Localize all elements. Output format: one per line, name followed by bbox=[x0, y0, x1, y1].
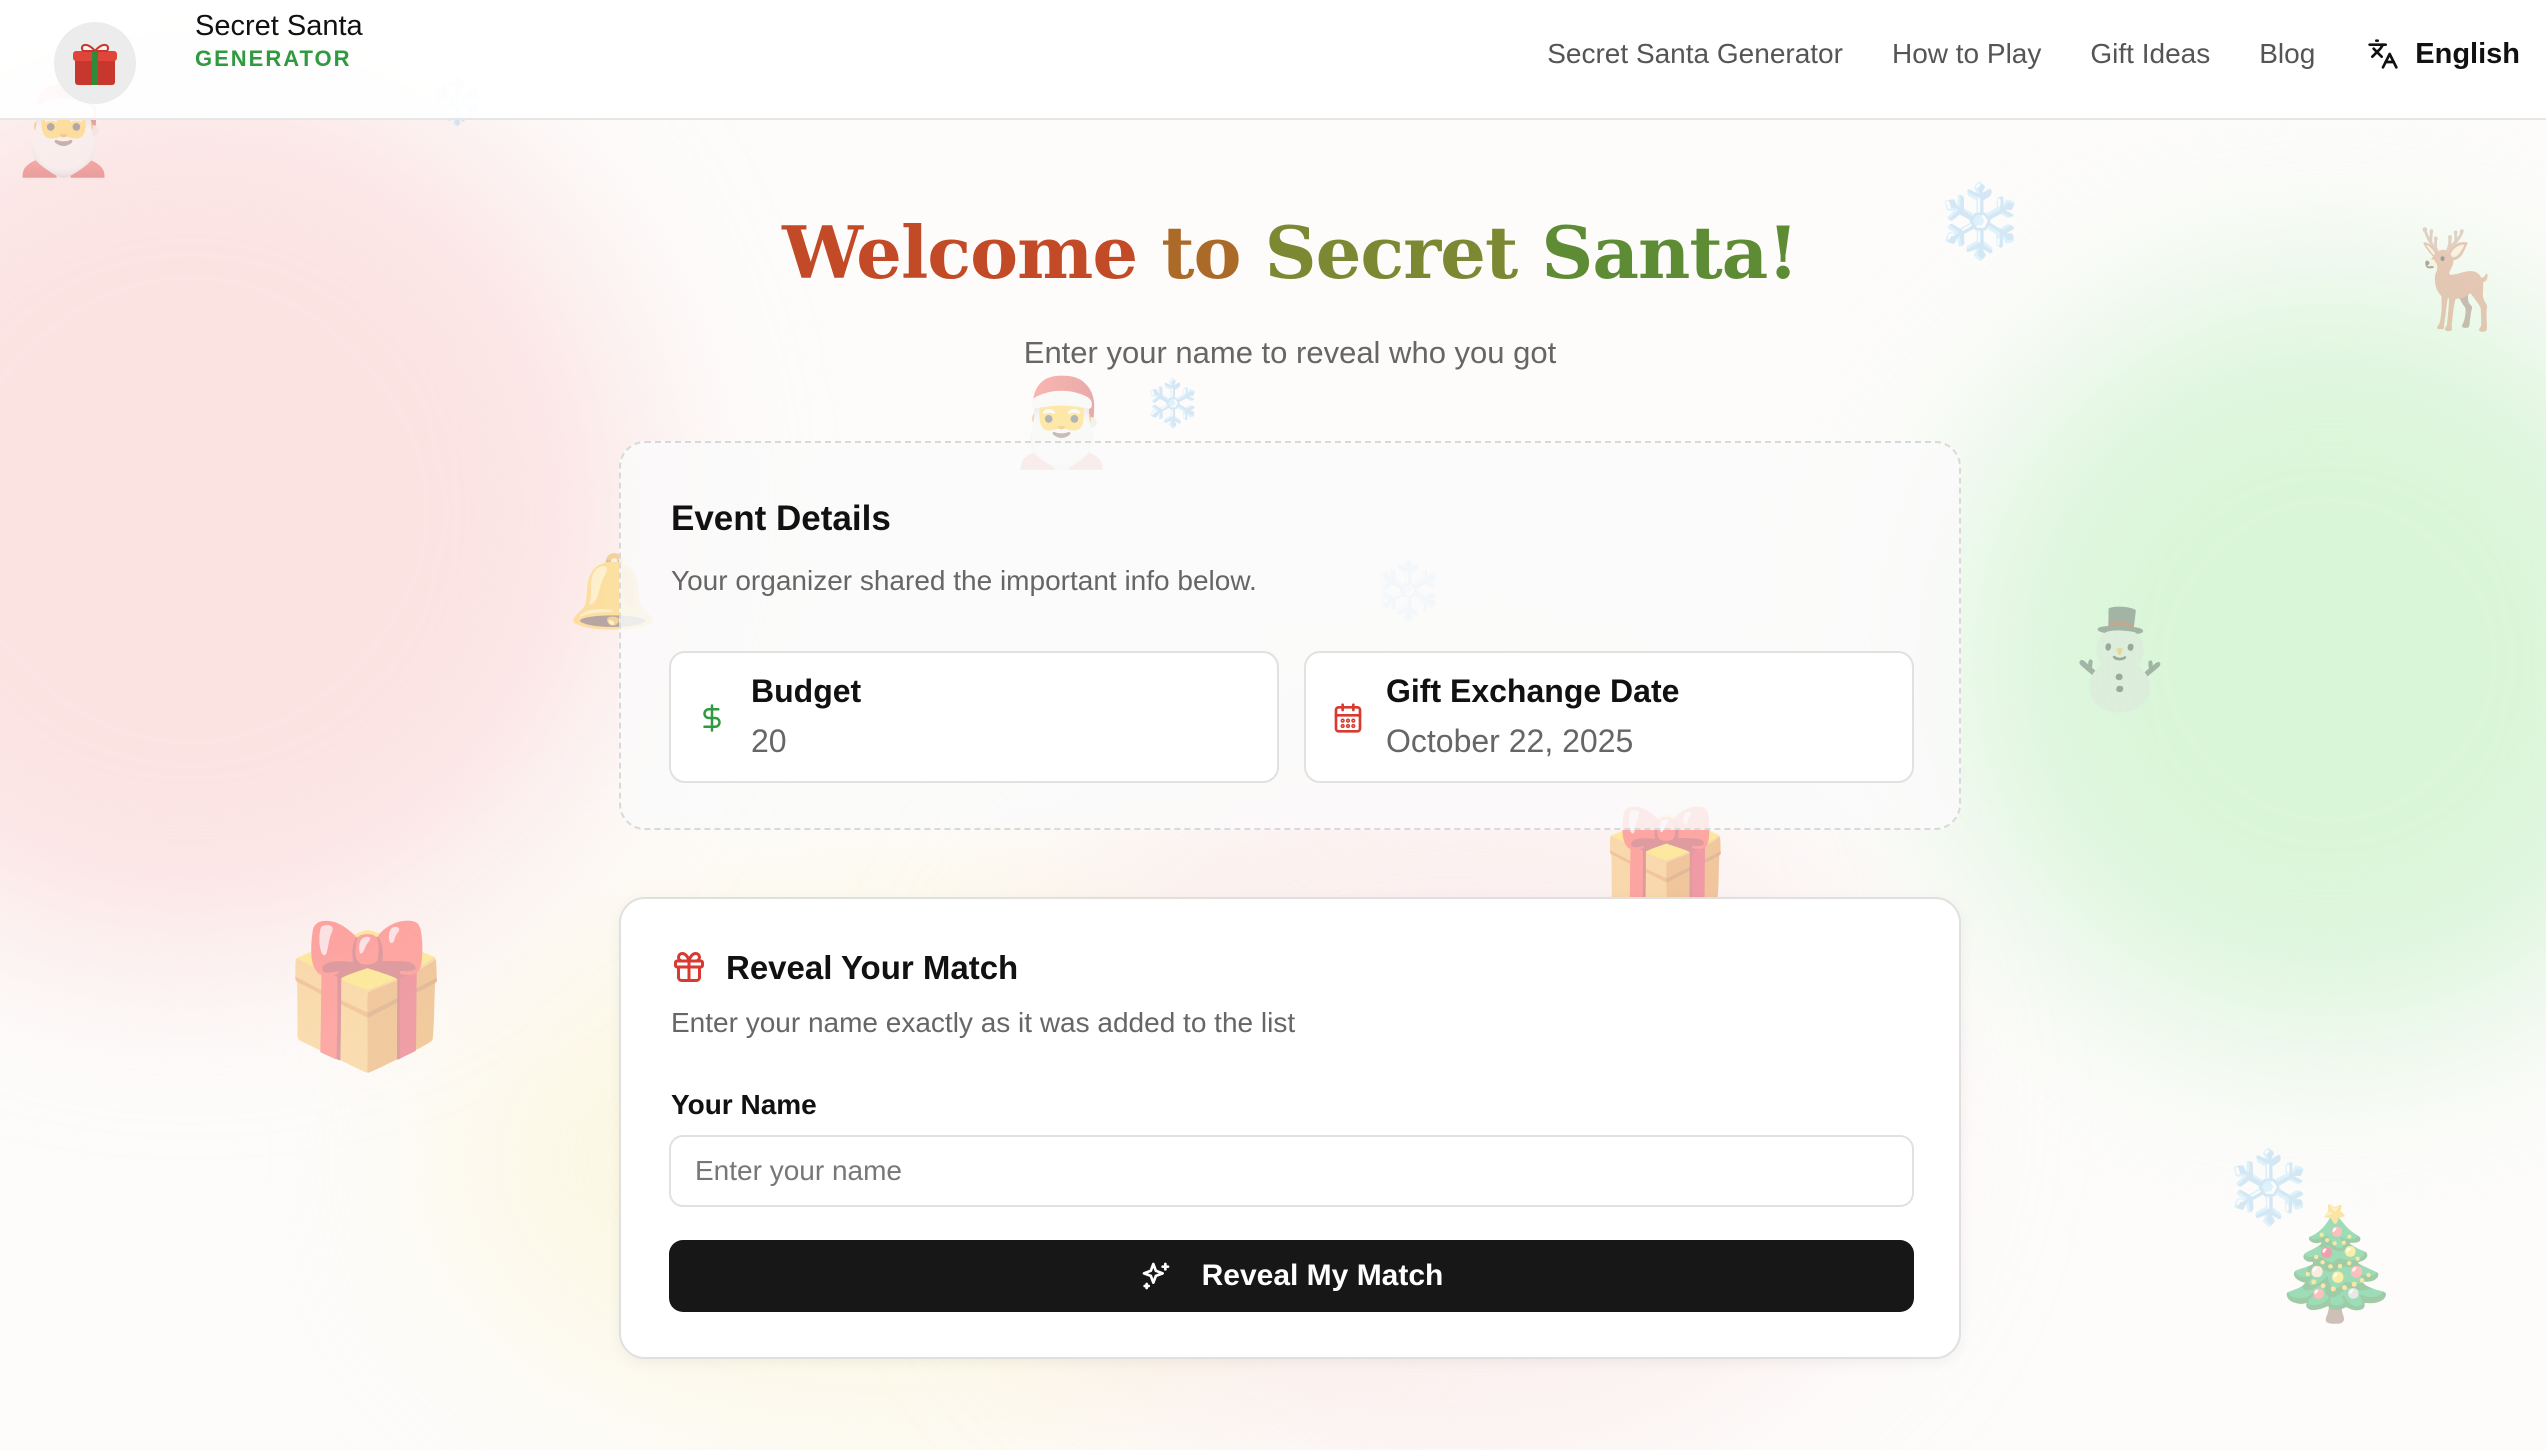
title-word: to bbox=[1161, 210, 1241, 295]
page-title: Welcome to Secret Santa! bbox=[0, 210, 2546, 295]
reveal-button-label: Reveal My Match bbox=[1201, 1259, 1444, 1292]
logo[interactable] bbox=[54, 22, 136, 104]
reveal-match-description: Enter your name exactly as it was added … bbox=[671, 1007, 1296, 1038]
calendar-icon bbox=[1334, 703, 1362, 733]
gift-icon bbox=[73, 44, 117, 85]
budget-box: Budget 20 bbox=[669, 651, 1279, 783]
sparkles-icon bbox=[1142, 1262, 1169, 1290]
title-word: Welcome bbox=[782, 210, 1138, 295]
gift-icon bbox=[674, 952, 704, 982]
budget-label: Budget bbox=[751, 673, 862, 709]
language-label: English bbox=[2415, 37, 2520, 70]
brand-title[interactable]: Secret Santa bbox=[195, 10, 363, 43]
main-nav: Secret Santa Generator How to Play Gift … bbox=[1498, 0, 2520, 108]
gift-exchange-date-box: Gift Exchange Date October 22, 2025 bbox=[1304, 651, 1914, 783]
title-word: Santa! bbox=[1541, 210, 1799, 295]
snowflake-decoration-icon: ❄️ bbox=[1144, 377, 1202, 429]
background-glow-red bbox=[0, 60, 640, 960]
dollar-icon bbox=[703, 704, 721, 732]
budget-value: 20 bbox=[751, 723, 787, 759]
title-word: Secret bbox=[1264, 210, 1519, 295]
nav-item-blog[interactable]: Blog bbox=[2259, 38, 2315, 70]
reveal-match-heading: Reveal Your Match bbox=[726, 949, 1019, 986]
gift-decoration-icon: 🎁 bbox=[280, 920, 452, 1074]
language-switcher[interactable]: English bbox=[2367, 38, 2520, 71]
gift-exchange-date-label: Gift Exchange Date bbox=[1386, 673, 1680, 709]
event-details-description: Your organizer shared the important info… bbox=[671, 565, 1257, 596]
christmas-tree-decoration-icon: 🎄 bbox=[2268, 1203, 2403, 1324]
reveal-match-card: Reveal Your Match Enter your name exactl… bbox=[619, 897, 1961, 1359]
background-glow-green bbox=[1950, 280, 2546, 1040]
brand-subtitle: GENERATOR bbox=[195, 46, 352, 71]
your-name-label: Your Name bbox=[671, 1089, 817, 1120]
name-input[interactable] bbox=[669, 1135, 1914, 1207]
reveal-my-match-button[interactable]: Reveal My Match bbox=[669, 1240, 1914, 1312]
site-header: Secret Santa GENERATOR Secret Santa Gene… bbox=[0, 0, 2546, 120]
nav-item-secret-santa-generator[interactable]: Secret Santa Generator bbox=[1547, 38, 1843, 70]
nav-item-how-to-play[interactable]: How to Play bbox=[1892, 38, 2041, 70]
page-subtitle: Enter your name to reveal who you got bbox=[1023, 335, 1557, 370]
snowman-decoration-icon: ⛄ bbox=[2060, 606, 2180, 713]
gift-exchange-date-value: October 22, 2025 bbox=[1386, 723, 1634, 759]
event-details-heading: Event Details bbox=[671, 499, 891, 538]
nav-item-gift-ideas[interactable]: Gift Ideas bbox=[2090, 38, 2210, 70]
event-details-card: Event Details Your organizer shared the … bbox=[619, 441, 1961, 830]
translate-icon bbox=[2368, 39, 2398, 69]
